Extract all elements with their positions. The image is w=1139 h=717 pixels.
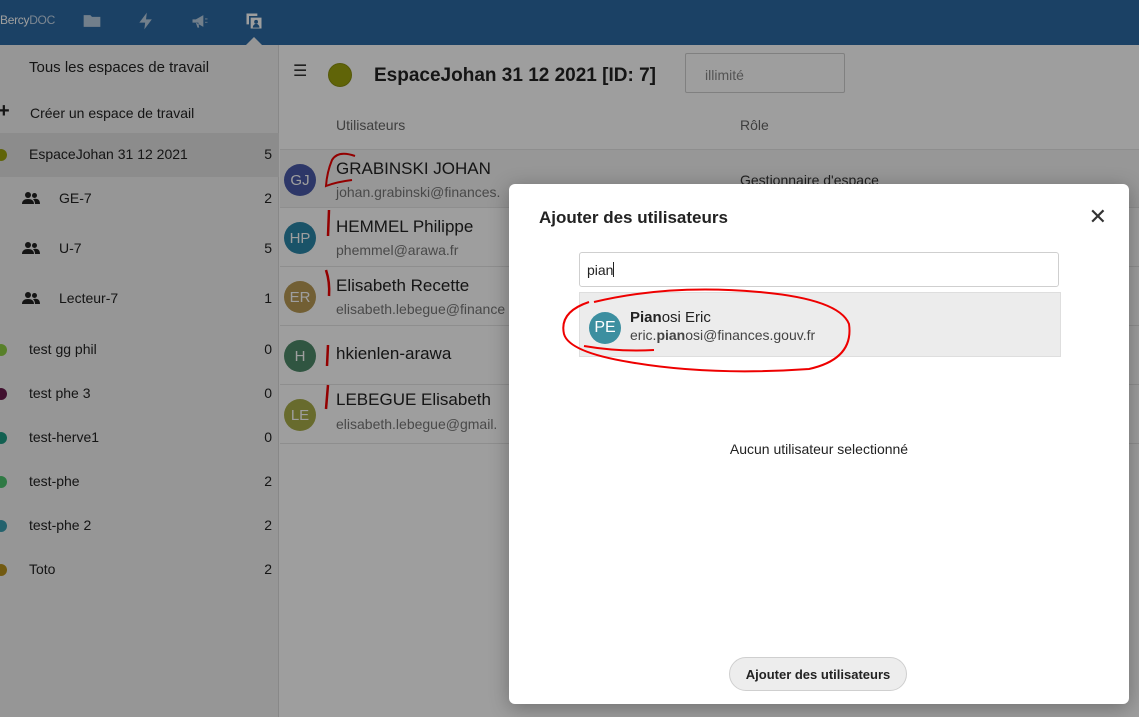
add-users-dialog: Ajouter des utilisateurs ✕ pian PE Piano… xyxy=(509,184,1129,704)
no-selection-message: Aucun utilisateur selectionné xyxy=(729,441,909,457)
avatar: PE xyxy=(589,312,621,344)
text-caret xyxy=(613,262,615,277)
suggestion-email: eric.pianosi@finances.gouv.fr xyxy=(630,327,816,343)
user-suggestion-item[interactable]: PE Pianosi Eric eric.pianosi@finances.go… xyxy=(579,292,1061,357)
add-users-button[interactable]: Ajouter des utilisateurs xyxy=(729,657,907,691)
suggestion-name: Pianosi Eric xyxy=(630,309,711,326)
dialog-title: Ajouter des utilisateurs xyxy=(539,208,728,227)
close-icon[interactable]: ✕ xyxy=(1089,204,1107,230)
search-value: pian xyxy=(587,262,614,278)
user-search-input[interactable]: pian xyxy=(579,252,1059,287)
